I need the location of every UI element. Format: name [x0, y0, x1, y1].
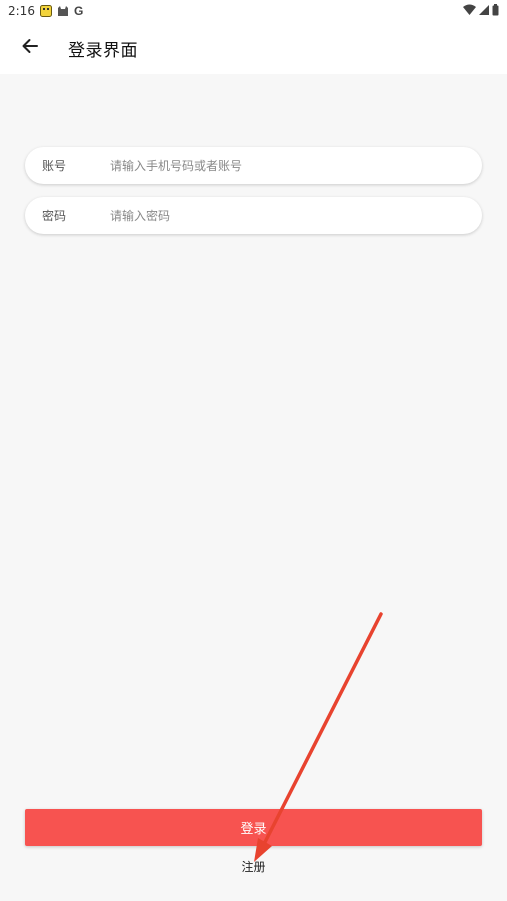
google-icon: G	[73, 4, 84, 18]
register-link[interactable]: 注册	[0, 858, 507, 875]
status-left: 2:16 G	[8, 4, 83, 18]
password-input[interactable]	[110, 197, 482, 234]
status-time: 2:16	[8, 4, 35, 18]
battery-icon	[492, 3, 499, 19]
annotation-arrow	[254, 612, 383, 862]
arrow-back-icon	[22, 38, 38, 58]
account-input[interactable]	[110, 147, 482, 184]
status-right	[463, 3, 499, 19]
app-bar: 登录界面	[0, 22, 507, 74]
status-bar: 2:16 G	[0, 0, 507, 22]
back-button[interactable]	[0, 22, 60, 74]
account-label: 账号	[42, 159, 67, 173]
cat-icon	[57, 5, 69, 17]
wifi-icon	[463, 4, 476, 18]
login-screen: 2:16 G 登录界面 账号 请输入手机号码或者账号 密码 登录 注册	[0, 0, 507, 901]
notification-app-icon	[39, 5, 52, 17]
password-field: 密码	[25, 197, 482, 234]
account-field: 账号	[25, 147, 482, 184]
password-label: 密码	[42, 209, 67, 223]
login-button[interactable]: 登录	[25, 809, 482, 846]
page-title: 登录界面	[68, 40, 138, 61]
signal-icon	[479, 4, 489, 18]
